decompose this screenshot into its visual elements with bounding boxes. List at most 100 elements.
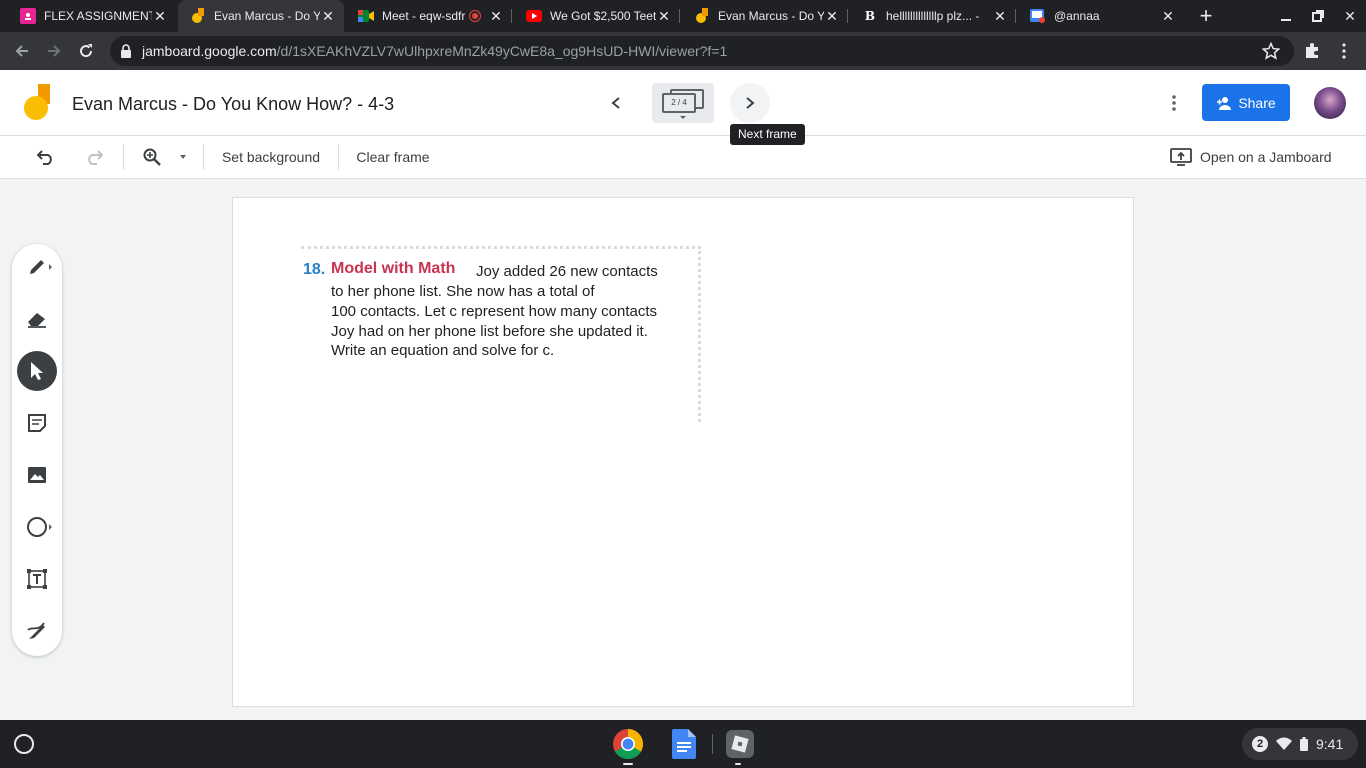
text-box-icon — [27, 569, 47, 589]
image-search-icon — [1030, 8, 1046, 24]
open-on-jamboard-button[interactable]: Open on a Jamboard — [1170, 143, 1340, 171]
os-shelf: 2 9:41 — [0, 720, 1366, 768]
previous-frame-button[interactable] — [602, 89, 630, 117]
chrome-menu-button[interactable] — [1330, 37, 1358, 65]
recording-icon — [470, 11, 480, 21]
problem-text-line: to her phone list. She now has a total o… — [331, 283, 595, 300]
tab-strip: FLEX ASSIGNMENT ✕ Evan Marcus - Do Y ✕ M… — [0, 0, 1366, 32]
browser-tab[interactable]: B hellllllllllllllp plz... - ✕ — [850, 0, 1016, 32]
pen-icon — [30, 260, 44, 274]
problem-heading: Model with Math — [331, 260, 456, 277]
roblox-app-icon[interactable] — [724, 728, 756, 760]
reload-icon — [80, 44, 93, 58]
problem-text-line: 100 contacts. Let c represent how many c… — [331, 303, 658, 320]
close-tab-icon[interactable]: ✕ — [1160, 8, 1176, 25]
browser-tab[interactable]: Meet - eqw-sdfr ✕ — [346, 0, 512, 32]
browser-tab[interactable]: We Got $2,500 Teet ✕ — [514, 0, 680, 32]
cast-to-board-icon — [1170, 148, 1192, 166]
status-tray[interactable]: 2 9:41 — [1242, 728, 1358, 760]
notification-badge: 2 — [1252, 736, 1268, 752]
laser-tool[interactable] — [17, 611, 57, 651]
tab-title: We Got $2,500 Teet — [550, 9, 656, 23]
chrome-app-icon[interactable] — [612, 728, 644, 760]
eraser-tool[interactable] — [17, 299, 57, 339]
launcher-button[interactable] — [14, 734, 34, 754]
browser-tab[interactable]: @annaa ✕ — [1018, 0, 1184, 32]
browser-tab[interactable]: Evan Marcus - Do Y ✕ — [682, 0, 848, 32]
close-tab-icon[interactable]: ✕ — [152, 8, 168, 25]
back-button[interactable] — [8, 37, 36, 65]
classroom-icon — [20, 8, 36, 24]
browser-tab[interactable]: FLEX ASSIGNMENT ✕ — [8, 0, 176, 32]
tab-title: FLEX ASSIGNMENT — [44, 9, 152, 23]
more-options-button[interactable] — [1160, 89, 1188, 117]
browser-tab-active[interactable]: Evan Marcus - Do Y ✕ — [178, 0, 344, 32]
forward-button[interactable] — [40, 37, 68, 65]
sticky-note-tool[interactable] — [17, 403, 57, 443]
redo-button[interactable] — [80, 143, 108, 171]
reload-button[interactable] — [72, 37, 100, 65]
text-box-tool[interactable] — [17, 559, 57, 599]
bookmark-star-icon[interactable] — [1261, 41, 1281, 65]
redo-icon — [88, 150, 103, 165]
caret-down-icon — [680, 116, 686, 119]
zoom-dropdown[interactable] — [176, 143, 190, 171]
new-tab-button[interactable]: + — [1194, 2, 1218, 30]
docs-app-icon[interactable] — [668, 728, 700, 760]
add-image-tool[interactable] — [17, 455, 57, 495]
whiteboard-frame[interactable]: 18. Model with Math Joy added 26 new con… — [232, 197, 1134, 707]
caret-down-icon — [180, 155, 186, 159]
clear-frame-button[interactable]: Clear frame — [348, 143, 438, 171]
maximize-button[interactable] — [1302, 0, 1334, 32]
kebab-menu-icon — [1342, 43, 1346, 59]
extensions-button[interactable] — [1298, 37, 1326, 65]
tab-title: @annaa — [1054, 9, 1100, 23]
problem-text-line: Joy had on her phone list before she upd… — [331, 323, 648, 340]
kebab-menu-icon — [1172, 95, 1176, 111]
pen-tool[interactable] — [17, 247, 57, 287]
jamboard-icon — [694, 8, 710, 24]
clock-time: 9:41 — [1316, 736, 1344, 752]
close-tab-icon[interactable]: ✕ — [656, 8, 672, 25]
shape-tool[interactable] — [17, 507, 57, 547]
frame-indicator: 2 / 4 — [662, 93, 696, 113]
tooltip: Next frame — [730, 124, 805, 145]
jamboard-icon — [190, 8, 206, 24]
youtube-icon — [526, 8, 542, 24]
canvas-area: 18. Model with Math Joy added 26 new con… — [0, 179, 1366, 720]
minimize-button[interactable] — [1270, 0, 1302, 32]
share-button[interactable]: Share — [1202, 84, 1290, 121]
undo-icon — [37, 150, 52, 165]
close-tab-icon[interactable]: ✕ — [488, 8, 504, 25]
jamboard-header: Evan Marcus - Do You Know How? - 4-3 2 /… — [0, 70, 1366, 136]
tab-title: Evan Marcus - Do Y — [214, 9, 320, 23]
chevron-left-icon — [611, 97, 620, 109]
next-frame-button[interactable] — [730, 83, 770, 123]
puzzle-icon — [1306, 43, 1318, 58]
brainly-icon: B — [864, 9, 876, 23]
problem-text-line: Joy added 26 new contacts — [476, 263, 658, 280]
jamboard-logo[interactable] — [22, 84, 52, 122]
arrow-right-icon — [48, 45, 61, 57]
tab-title: Evan Marcus - Do Y — [718, 9, 824, 23]
close-tab-icon[interactable]: ✕ — [824, 8, 840, 25]
arrow-left-icon — [15, 45, 28, 57]
close-tab-icon[interactable]: ✕ — [992, 8, 1008, 25]
tab-title: hellllllllllllllp plz... - — [886, 9, 980, 23]
zoom-button[interactable] — [138, 143, 166, 171]
undo-button[interactable] — [32, 143, 60, 171]
avatar[interactable] — [1314, 87, 1346, 119]
circle-shape-icon — [27, 517, 47, 537]
lock-icon[interactable] — [120, 44, 132, 63]
jam-title[interactable]: Evan Marcus - Do You Know How? - 4-3 — [72, 94, 394, 115]
jamboard-toolbar: Set background Clear frame Open on a Jam… — [0, 136, 1366, 179]
frame-bar-button[interactable]: 2 / 4 — [652, 83, 714, 123]
set-background-button[interactable]: Set background — [212, 143, 330, 171]
share-label: Share — [1238, 94, 1276, 111]
close-tab-icon[interactable]: ✕ — [320, 8, 336, 25]
close-window-button[interactable]: ✕ — [1334, 0, 1366, 32]
select-tool[interactable] — [17, 351, 57, 391]
problem-image[interactable]: 18. Model with Math Joy added 26 new con… — [301, 246, 701, 422]
battery-icon — [1300, 737, 1308, 751]
address-bar[interactable]: jamboard.google.com/d/1sXEAKhVZLV7wUlhpx… — [110, 36, 1294, 66]
